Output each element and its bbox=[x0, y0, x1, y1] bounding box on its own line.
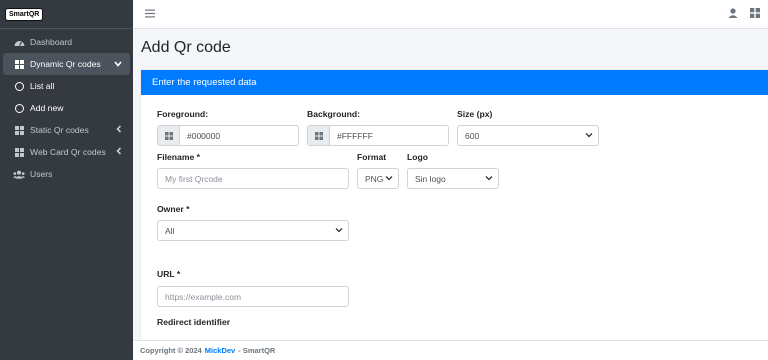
sidebar: SmartQR Dashboard Dynamic Qr codes List … bbox=[0, 0, 133, 360]
form-card: Enter the requested data Foreground: #00… bbox=[141, 70, 768, 340]
sidebar-item-web-card-qr[interactable]: Web Card Qr codes bbox=[3, 141, 130, 163]
redirect-identifier-label: Redirect identifier bbox=[157, 317, 231, 327]
foreground-label: Foreground: bbox=[157, 109, 209, 119]
sidebar-item-users[interactable]: Users bbox=[3, 163, 130, 185]
footer-app-name: - SmartQR bbox=[238, 346, 276, 355]
apps-icon[interactable] bbox=[750, 8, 760, 20]
users-icon bbox=[13, 168, 25, 180]
sidebar-nav: Dashboard Dynamic Qr codes List all Add … bbox=[0, 29, 133, 185]
footer-author-link[interactable]: MickDev bbox=[205, 346, 235, 355]
circle-icon bbox=[13, 80, 25, 92]
logo-select-value: Sin logo bbox=[415, 173, 446, 184]
sidebar-item-add-new[interactable]: Add new bbox=[3, 97, 130, 119]
chevron-down-icon bbox=[114, 59, 122, 69]
format-select-value: PNG bbox=[365, 173, 384, 184]
sidebar-item-label: Static Qr codes bbox=[30, 125, 89, 135]
filename-input[interactable]: My first Qrcode bbox=[157, 168, 349, 189]
grid-icon bbox=[13, 146, 25, 158]
dashboard-icon bbox=[13, 36, 25, 48]
size-select-value: 600 bbox=[465, 130, 480, 141]
chevron-down-icon bbox=[585, 131, 593, 141]
brand[interactable]: SmartQR bbox=[0, 0, 133, 29]
footer-copyright: Copyright © 2024 bbox=[140, 346, 202, 355]
chevron-left-icon bbox=[116, 147, 122, 157]
format-label: Format bbox=[357, 152, 387, 162]
background-label: Background: bbox=[307, 109, 360, 119]
logo-select[interactable]: Sin logo bbox=[407, 168, 499, 189]
sidebar-item-dynamic-qr[interactable]: Dynamic Qr codes bbox=[3, 53, 130, 75]
grid-icon bbox=[13, 124, 25, 136]
owner-select-value: All bbox=[165, 225, 175, 236]
sidebar-item-label: Add new bbox=[30, 103, 64, 113]
owner-select[interactable]: All bbox=[157, 220, 349, 241]
footer: Copyright © 2024 MickDev - SmartQR bbox=[133, 340, 768, 360]
foreground-picker-button[interactable] bbox=[157, 125, 179, 146]
format-select[interactable]: PNG bbox=[357, 168, 399, 189]
user-icon[interactable] bbox=[728, 8, 738, 20]
menu-toggle-icon[interactable] bbox=[145, 9, 155, 20]
grid-icon bbox=[164, 131, 173, 140]
chevron-down-icon bbox=[383, 174, 393, 184]
sidebar-item-label: Web Card Qr codes bbox=[30, 147, 106, 157]
size-select[interactable]: 600 bbox=[457, 125, 599, 146]
foreground-input[interactable]: #000000 bbox=[179, 125, 299, 146]
sidebar-item-dashboard[interactable]: Dashboard bbox=[3, 31, 130, 53]
sidebar-item-label: Users bbox=[30, 169, 53, 179]
url-label: URL * bbox=[157, 269, 181, 279]
url-input[interactable]: https://example.com bbox=[157, 286, 349, 307]
background-picker-button[interactable] bbox=[307, 125, 329, 146]
chevron-down-icon bbox=[335, 226, 343, 236]
logo-label: Logo bbox=[407, 152, 428, 162]
chevron-down-icon bbox=[485, 174, 493, 184]
chevron-left-icon bbox=[116, 125, 122, 135]
filename-label: Filename * bbox=[157, 152, 200, 162]
sidebar-item-label: Dashboard bbox=[30, 37, 73, 47]
card-header: Enter the requested data bbox=[141, 70, 768, 95]
grid-icon bbox=[13, 58, 25, 70]
sidebar-item-static-qr[interactable]: Static Qr codes bbox=[3, 119, 130, 141]
page-title: Add Qr code bbox=[141, 39, 231, 56]
sidebar-item-label: Dynamic Qr codes bbox=[30, 59, 101, 69]
sidebar-item-label: List all bbox=[30, 81, 55, 91]
size-label: Size (px) bbox=[457, 109, 493, 119]
sidebar-item-list-all[interactable]: List all bbox=[3, 75, 130, 97]
grid-icon bbox=[314, 131, 323, 140]
owner-label: Owner * bbox=[157, 204, 190, 214]
circle-icon bbox=[13, 102, 25, 114]
brand-logo[interactable]: SmartQR bbox=[5, 7, 44, 21]
top-navbar bbox=[133, 0, 768, 29]
background-input[interactable]: #FFFFFF bbox=[329, 125, 449, 146]
